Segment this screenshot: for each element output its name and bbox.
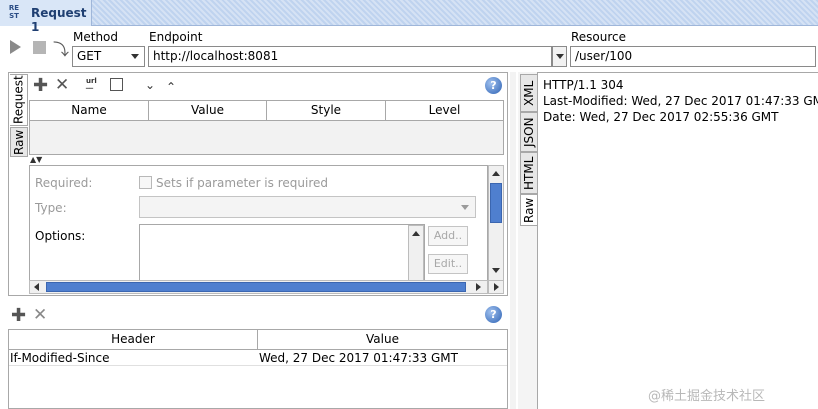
required-checkbox[interactable] <box>139 176 152 189</box>
help-icon[interactable]: ? <box>485 306 502 323</box>
tab-json-label: JSON <box>522 117 536 147</box>
remove-param-icon[interactable]: ✕ <box>55 75 69 95</box>
chevron-down-icon <box>131 54 139 59</box>
resource-input[interactable]: /user/100 <box>570 46 816 67</box>
params-col-style[interactable]: Style <box>267 101 386 121</box>
tab-raw-request-label: Raw <box>12 129 26 155</box>
splitter-toggle-icon[interactable]: ▲▼ <box>30 155 42 164</box>
remove-header-icon[interactable]: ✕ <box>33 305 47 325</box>
header-value-cell[interactable]: Wed, 27 Dec 2017 01:47:33 GMT <box>259 351 458 365</box>
request-tab-header[interactable]: RE ST Request 1 <box>0 0 92 34</box>
response-body[interactable]: HTTP/1.1 304 Last-Modified: Wed, 27 Dec … <box>538 72 818 409</box>
response-status-line: HTTP/1.1 304 <box>543 78 624 92</box>
submit-arrow-icon[interactable]: ⤵ <box>53 36 69 60</box>
response-last-modified: Last-Modified: Wed, 27 Dec 2017 01:47:33… <box>543 94 818 108</box>
add-param-icon[interactable]: ✚ <box>33 75 48 96</box>
url-encode-icon[interactable]: url ⎯⎯ <box>86 78 97 92</box>
method-value: GET <box>77 49 102 63</box>
params-table: Name Value Style Level <box>29 100 504 155</box>
tab-xml[interactable]: XML <box>520 74 538 112</box>
scroll-right-button[interactable] <box>488 280 504 294</box>
response-date: Date: Wed, 27 Dec 2017 02:55:36 GMT <box>543 110 779 124</box>
endpoint-dropdown-button[interactable] <box>552 46 567 67</box>
tab-raw-response[interactable]: Raw <box>520 194 538 226</box>
headers-table: Header Value If-Modified-Since Wed, 27 D… <box>8 329 508 409</box>
params-col-value[interactable]: Value <box>149 101 267 121</box>
form-horizontal-scrollbar[interactable] <box>29 280 488 294</box>
move-up-icon[interactable]: ⌃ <box>166 80 176 94</box>
scroll-left-icon[interactable] <box>34 283 39 291</box>
scroll-up-icon[interactable] <box>412 231 420 236</box>
tab-xml-label: XML <box>522 80 536 106</box>
scroll-up-icon[interactable] <box>492 171 500 176</box>
params-col-level[interactable]: Level <box>386 101 503 121</box>
expand-icon[interactable] <box>110 78 123 91</box>
options-scrollbar[interactable] <box>408 225 424 281</box>
window-title-bar: RE ST Request 1 <box>0 0 818 34</box>
tab-request-label: Request <box>11 75 26 125</box>
options-list[interactable] <box>139 224 425 282</box>
resource-label: Resource <box>571 30 627 44</box>
header-name-cell[interactable]: If-Modified-Since <box>10 351 110 365</box>
move-down-icon[interactable]: ⌄ <box>145 78 155 92</box>
tab-json[interactable]: JSON <box>520 112 538 152</box>
tab-raw-response-label: Raw <box>522 197 536 223</box>
form-vertical-scrollbar[interactable] <box>488 165 504 281</box>
tab-html[interactable]: HTML <box>520 152 538 194</box>
splitter[interactable] <box>510 72 516 409</box>
chevron-down-icon <box>461 205 469 210</box>
run-icon[interactable] <box>10 40 21 54</box>
watermark: @稀土掘金技术社区 <box>648 389 766 404</box>
chevron-down-icon <box>556 54 564 59</box>
endpoint-label: Endpoint <box>149 30 203 44</box>
add-option-button[interactable]: Add.. <box>428 226 468 246</box>
stop-icon[interactable] <box>33 41 46 54</box>
scroll-right-icon[interactable] <box>494 283 499 291</box>
method-select[interactable]: GET <box>72 46 145 67</box>
tab-html-label: HTML <box>522 156 536 190</box>
tab-request[interactable]: Request <box>10 74 28 126</box>
edit-option-button[interactable]: Edit.. <box>428 254 468 274</box>
scroll-thumb[interactable] <box>46 282 466 292</box>
type-label: Type: <box>35 201 67 215</box>
table-row[interactable]: If-Modified-Since Wed, 27 Dec 2017 01:47… <box>9 350 507 366</box>
headers-col-value[interactable]: Value <box>258 330 507 350</box>
options-label: Options: <box>35 229 86 243</box>
scroll-right-icon[interactable] <box>476 283 481 291</box>
required-label: Required: <box>35 176 93 190</box>
headers-col-header[interactable]: Header <box>9 330 258 350</box>
tab-raw-request[interactable]: Raw <box>10 127 28 157</box>
rest-icon: RE ST <box>8 4 20 20</box>
type-select[interactable] <box>139 196 476 218</box>
required-checkbox-text: Sets if parameter is required <box>156 176 328 190</box>
endpoint-input[interactable]: http://localhost:8081 <box>148 46 552 67</box>
help-icon[interactable]: ? <box>485 77 502 94</box>
scroll-thumb[interactable] <box>490 183 502 223</box>
params-col-name[interactable]: Name <box>30 101 149 121</box>
method-label: Method <box>73 30 119 44</box>
scroll-down-icon[interactable] <box>492 268 500 273</box>
add-header-icon[interactable]: ✚ <box>11 305 26 326</box>
